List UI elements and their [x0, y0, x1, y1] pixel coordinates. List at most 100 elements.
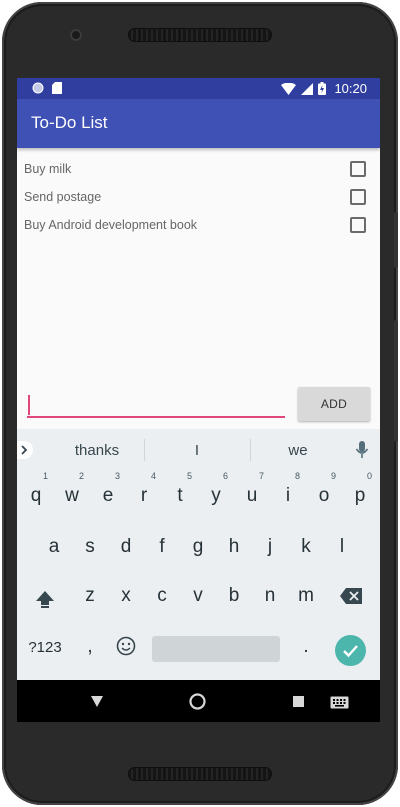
key-z[interactable]: z: [74, 579, 106, 613]
check-icon: [343, 645, 358, 658]
key-hint: 2: [78, 471, 84, 481]
signal-icon: [301, 82, 314, 95]
key-hint: 5: [186, 471, 192, 481]
key-hint: 6: [222, 471, 228, 481]
screen: 10:20 To-Do List Buy milk Send postage B…: [17, 78, 380, 722]
key-m[interactable]: m: [290, 579, 322, 613]
key-label: i: [285, 485, 291, 506]
key-label: o: [318, 485, 330, 506]
key-label: u: [246, 485, 258, 506]
symbols-key[interactable]: ?123: [25, 631, 65, 665]
earpiece-speaker: [128, 28, 272, 42]
suggestion-bar: thanks I we: [17, 429, 380, 471]
backspace-key[interactable]: [335, 579, 367, 613]
suggestions-expand-button[interactable]: [17, 441, 33, 459]
microphone-icon[interactable]: [355, 441, 369, 459]
suggestion-2[interactable]: I: [157, 442, 237, 459]
key-hint: 3: [114, 471, 120, 481]
key-x[interactable]: x: [110, 579, 142, 613]
todo-item[interactable]: Send postage: [17, 184, 380, 212]
todo-checkbox[interactable]: [350, 189, 366, 205]
key-a[interactable]: a: [38, 530, 70, 564]
todo-label: Buy Android development book: [24, 218, 198, 232]
comma-key[interactable]: ,: [74, 630, 106, 664]
shift-key[interactable]: [29, 582, 61, 616]
suggestion-3[interactable]: we: [258, 442, 338, 459]
key-q[interactable]: q1: [20, 471, 52, 513]
suggestion-1[interactable]: thanks: [57, 442, 137, 459]
key-v[interactable]: v: [182, 579, 214, 613]
app-bar: To-Do List: [17, 99, 380, 148]
key-g[interactable]: g: [182, 530, 214, 564]
new-todo-input[interactable]: [27, 394, 285, 418]
navigation-bar: [17, 680, 380, 722]
shift-icon: [36, 591, 54, 608]
todo-checkbox[interactable]: [350, 161, 366, 177]
key-label: e: [102, 485, 114, 506]
status-bar: 10:20: [17, 78, 380, 99]
key-j[interactable]: j: [254, 530, 286, 564]
key-i[interactable]: i8: [272, 471, 304, 513]
key-hint: 8: [294, 471, 300, 481]
key-y[interactable]: y6: [200, 471, 232, 513]
keyboard-switch-icon[interactable]: [330, 696, 349, 709]
add-button[interactable]: ADD: [298, 387, 370, 421]
space-key[interactable]: [152, 636, 280, 662]
soft-keyboard: thanks I we q1 w2 e3 r4 t5 y6 u7 i8 o9 p…: [17, 429, 380, 680]
key-f[interactable]: f: [146, 530, 178, 564]
key-label: r: [140, 485, 148, 506]
wifi-icon: [281, 82, 297, 95]
emoji-key[interactable]: [110, 630, 142, 664]
key-hint: 9: [330, 471, 336, 481]
key-t[interactable]: t5: [164, 471, 196, 513]
key-w[interactable]: w2: [56, 471, 88, 513]
suggestion-divider: [250, 439, 251, 461]
key-n[interactable]: n: [254, 579, 286, 613]
volume-button: [394, 320, 398, 442]
key-label: q: [30, 485, 42, 506]
app-title: To-Do List: [31, 113, 108, 132]
todo-checkbox[interactable]: [350, 217, 366, 233]
battery-icon: [318, 82, 327, 95]
key-p[interactable]: p0: [344, 471, 376, 513]
key-s[interactable]: s: [74, 530, 106, 564]
bottom-speaker: [128, 767, 272, 781]
chevron-right-icon: [21, 445, 28, 455]
notification-dot-icon: [32, 82, 44, 94]
key-hint: 1: [42, 471, 48, 481]
enter-key[interactable]: [335, 635, 366, 666]
key-r[interactable]: r4: [128, 471, 160, 513]
suggestion-divider: [144, 439, 145, 461]
period-key[interactable]: .: [290, 630, 322, 664]
emoji-icon: [116, 636, 136, 656]
key-l[interactable]: l: [326, 530, 358, 564]
key-k[interactable]: k: [290, 530, 322, 564]
text-caret: [28, 395, 30, 415]
key-label: t: [177, 485, 183, 506]
power-button: [394, 212, 398, 268]
key-label: w: [65, 485, 79, 506]
backspace-icon: [340, 588, 362, 604]
key-label: y: [211, 485, 221, 506]
back-icon[interactable]: [91, 696, 103, 707]
key-h[interactable]: h: [218, 530, 250, 564]
key-c[interactable]: c: [146, 579, 178, 613]
todo-list: Buy milk Send postage Buy Android develo…: [17, 156, 380, 240]
key-hint: 4: [150, 471, 156, 481]
key-hint: 0: [366, 471, 372, 481]
key-u[interactable]: u7: [236, 471, 268, 513]
front-camera: [70, 29, 82, 41]
key-b[interactable]: b: [218, 579, 250, 613]
key-d[interactable]: d: [110, 530, 142, 564]
key-o[interactable]: o9: [308, 471, 340, 513]
key-hint: 7: [258, 471, 264, 481]
todo-item[interactable]: Buy milk: [17, 156, 380, 184]
todo-item[interactable]: Buy Android development book: [17, 212, 380, 240]
key-label: p: [354, 485, 366, 506]
todo-label: Buy milk: [24, 162, 72, 176]
todo-label: Send postage: [24, 190, 102, 204]
recents-icon[interactable]: [293, 696, 304, 707]
home-icon[interactable]: [189, 693, 206, 710]
sd-card-icon: [52, 82, 62, 94]
key-e[interactable]: e3: [92, 471, 124, 513]
